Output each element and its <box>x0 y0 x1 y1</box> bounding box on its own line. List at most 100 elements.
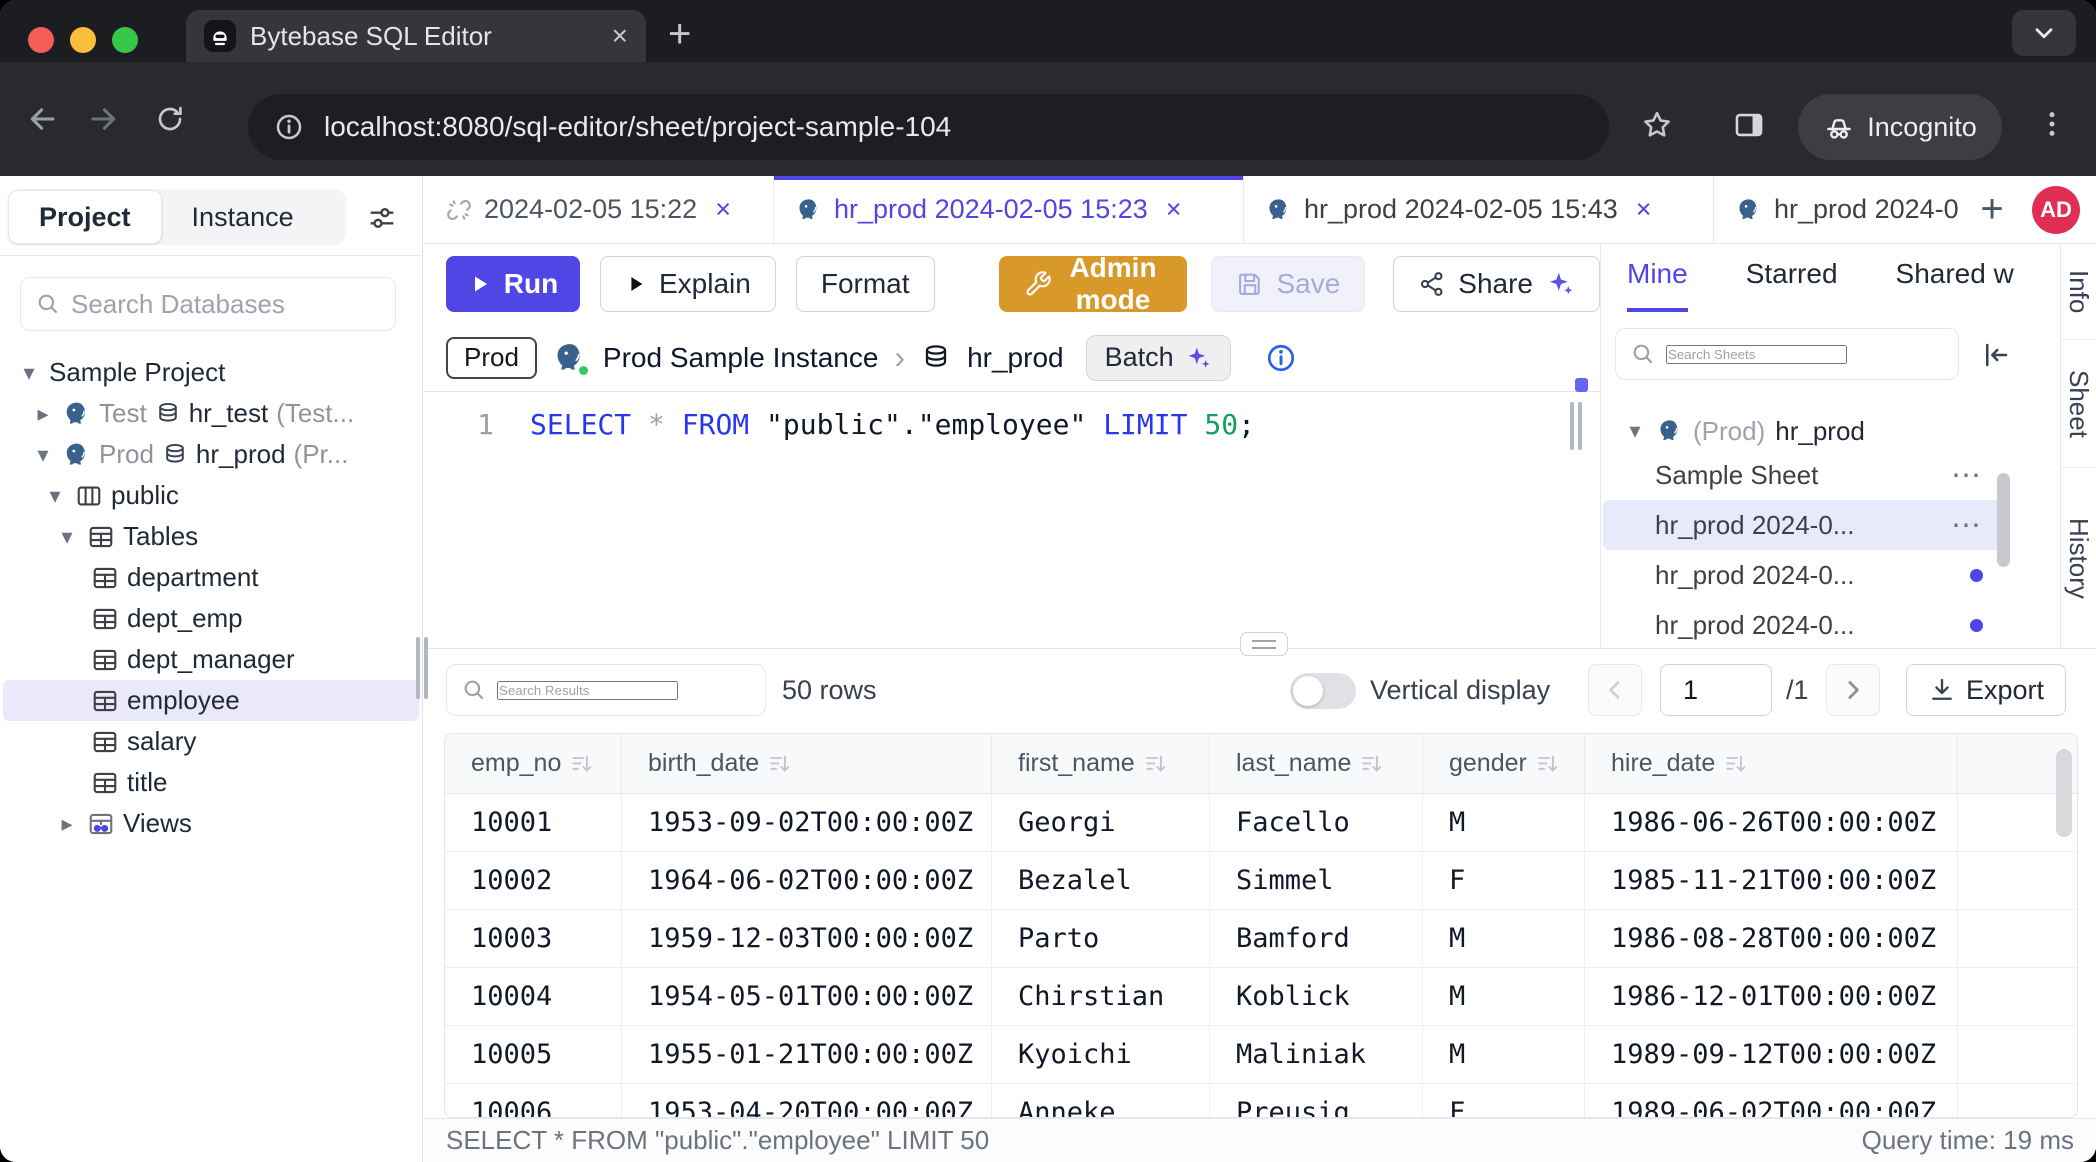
more-menu-icon[interactable]: ⋯ <box>1951 508 1983 543</box>
share-button[interactable]: Share <box>1393 256 1600 312</box>
table-cell[interactable]: 10006 <box>445 1084 622 1118</box>
next-page-button[interactable] <box>1826 664 1880 716</box>
sheet-item[interactable]: hr_prod 2024-0...⋯ <box>1603 500 2001 550</box>
column-header-gender[interactable]: gender <box>1423 734 1585 793</box>
sidebar-resize-handle[interactable] <box>412 637 432 699</box>
vertical-display-toggle[interactable] <box>1290 673 1356 709</box>
explain-button[interactable]: Explain <box>600 256 776 312</box>
table-cell[interactable]: F <box>1423 852 1585 909</box>
close-tab-icon[interactable]: × <box>715 194 731 225</box>
tree-item-dept_manager[interactable]: dept_manager <box>3 639 419 680</box>
table-cell[interactable]: Georgi <box>992 794 1210 851</box>
user-avatar[interactable]: AD <box>2032 186 2080 234</box>
table-cell[interactable]: 1953-04-20T00:00:00Z <box>622 1084 992 1118</box>
sheet-group[interactable]: ▾ (Prod) hr_prod <box>1601 412 2003 450</box>
editor-tab-1[interactable]: 2024-02-05 15:22 × <box>424 176 774 243</box>
back-button[interactable] <box>26 102 60 136</box>
table-cell[interactable]: Kyoichi <box>992 1026 1210 1083</box>
table-scrollbar[interactable] <box>2056 749 2072 837</box>
editor-tab-2-active[interactable]: hr_prod 2024-02-05 15:23 × <box>774 176 1244 243</box>
table-cell[interactable]: M <box>1423 910 1585 967</box>
minimize-window-button[interactable] <box>70 27 96 53</box>
panel-tab-sheet[interactable]: Sheet <box>2061 340 2096 468</box>
sort-icon[interactable] <box>1723 751 1749 777</box>
editor-tab-3[interactable]: hr_prod 2024-02-05 15:43 × <box>1244 176 1714 243</box>
forward-button[interactable] <box>86 102 120 136</box>
table-cell[interactable]: Facello <box>1210 794 1423 851</box>
address-bar[interactable]: localhost:8080/sql-editor/sheet/project-… <box>248 94 1609 160</box>
column-header-emp_no[interactable]: emp_no <box>445 734 622 793</box>
table-cell[interactable]: Koblick <box>1210 968 1423 1025</box>
table-cell[interactable]: Parto <box>992 910 1210 967</box>
reload-button[interactable] <box>154 103 186 135</box>
table-cell[interactable]: 1986-12-01T00:00:00Z <box>1585 968 1958 1025</box>
export-button[interactable]: Export <box>1906 664 2066 716</box>
tree-item-Tables[interactable]: ▾Tables <box>3 516 419 557</box>
sheet-item[interactable]: hr_prod 2024-0... <box>1603 600 2001 640</box>
sort-icon[interactable] <box>767 751 793 777</box>
panel-resize-handle[interactable] <box>1570 402 1584 450</box>
sort-icon[interactable] <box>1359 751 1385 777</box>
tree-item-hr_test[interactable]: ▸Testhr_test(Test... <box>3 393 419 434</box>
database-search-input[interactable] <box>71 289 381 320</box>
table-cell[interactable]: 1989-06-02T00:00:00Z <box>1585 1084 1958 1118</box>
previous-page-button[interactable] <box>1588 664 1642 716</box>
table-cell[interactable]: 1985-11-21T00:00:00Z <box>1585 852 1958 909</box>
table-cell[interactable]: 1953-09-02T00:00:00Z <box>622 794 992 851</box>
chevron-down-icon[interactable]: ▾ <box>31 442 55 468</box>
chevron-down-icon[interactable]: ▾ <box>43 483 67 509</box>
chevron-down-icon[interactable]: ▾ <box>17 360 41 386</box>
chevron-right-icon[interactable]: ▸ <box>31 401 55 427</box>
run-button[interactable]: Run <box>446 256 580 312</box>
table-cell[interactable]: Maliniak <box>1210 1026 1423 1083</box>
table-cell[interactable]: 10002 <box>445 852 622 909</box>
new-tab-button[interactable]: + <box>668 12 691 56</box>
tab-starred[interactable]: Starred <box>1746 258 1838 312</box>
panel-tab-info[interactable]: Info <box>2061 244 2096 340</box>
table-cell[interactable]: 10003 <box>445 910 622 967</box>
table-cell[interactable]: 1986-06-26T00:00:00Z <box>1585 794 1958 851</box>
table-cell[interactable]: 1964-06-02T00:00:00Z <box>622 852 992 909</box>
close-tab-icon[interactable]: × <box>612 20 628 52</box>
chevron-down-icon[interactable]: ▾ <box>55 524 79 550</box>
format-button[interactable]: Format <box>796 256 935 312</box>
admin-mode-button[interactable]: Admin mode <box>999 256 1188 312</box>
browser-menu-icon[interactable] <box>2036 108 2068 140</box>
close-window-button[interactable] <box>28 27 54 53</box>
sort-icon[interactable] <box>569 751 595 777</box>
column-header-first_name[interactable]: first_name <box>992 734 1210 793</box>
info-icon[interactable] <box>1265 342 1297 374</box>
save-button[interactable]: Save <box>1211 256 1365 312</box>
site-info-icon[interactable] <box>274 112 304 142</box>
table-cell[interactable]: 1989-09-12T00:00:00Z <box>1585 1026 1958 1083</box>
tree-item-title[interactable]: title <box>3 762 419 803</box>
table-cell[interactable]: 1959-12-03T00:00:00Z <box>622 910 992 967</box>
chevron-down-icon[interactable]: ▾ <box>1623 418 1647 444</box>
page-number-input[interactable] <box>1660 664 1772 716</box>
close-tab-icon[interactable]: × <box>1166 194 1182 225</box>
column-header-last_name[interactable]: last_name <box>1210 734 1423 793</box>
panel-tab-history[interactable]: History <box>2061 468 2096 648</box>
tree-item-hr_prod[interactable]: ▾Prodhr_prod(Pr... <box>3 434 419 475</box>
bookmark-star-icon[interactable] <box>1640 108 1674 142</box>
table-cell[interactable]: M <box>1423 1026 1585 1083</box>
column-header-birth_date[interactable]: birth_date <box>622 734 992 793</box>
table-cell[interactable]: 10005 <box>445 1026 622 1083</box>
tab-search-button[interactable] <box>2012 10 2076 56</box>
table-cell[interactable]: 1954-05-01T00:00:00Z <box>622 968 992 1025</box>
tree-item-dept_emp[interactable]: dept_emp <box>3 598 419 639</box>
table-cell[interactable]: Chirstian <box>992 968 1210 1025</box>
browser-tab[interactable]: Bytebase SQL Editor × <box>186 10 646 62</box>
sort-icon[interactable] <box>1535 751 1561 777</box>
table-cell[interactable]: Bezalel <box>992 852 1210 909</box>
tab-instance[interactable]: Instance <box>162 190 324 244</box>
horizontal-split-handle[interactable] <box>1240 632 1288 656</box>
results-search-box[interactable] <box>446 664 766 716</box>
table-cell[interactable]: Simmel <box>1210 852 1423 909</box>
column-header-hire_date[interactable]: hire_date <box>1585 734 1958 793</box>
sort-icon[interactable] <box>1143 751 1169 777</box>
chevron-right-icon[interactable]: ▸ <box>55 811 79 837</box>
editor-tab-4[interactable]: hr_prod 2024-0 <box>1714 176 1964 243</box>
more-menu-icon[interactable]: ⋯ <box>1951 458 1983 493</box>
sheet-item[interactable]: Sample Sheet⋯ <box>1603 450 2001 500</box>
